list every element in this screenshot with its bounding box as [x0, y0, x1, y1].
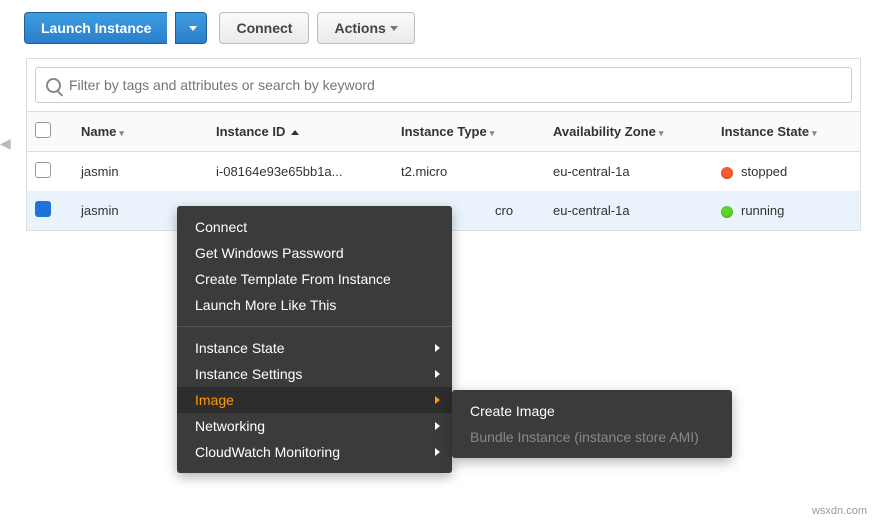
submenu-arrow-icon: [435, 422, 440, 430]
cell-instance-id: i-08164e93e65bb1a...: [208, 152, 393, 192]
menu-launch-more[interactable]: Launch More Like This: [177, 292, 452, 318]
cell-availability-zone: eu-central-1a: [545, 191, 713, 230]
col-instance-type-label: Instance Type: [401, 124, 487, 139]
type-partial: cro: [495, 203, 513, 218]
col-name[interactable]: Name▾: [73, 112, 208, 152]
context-menu: Connect Get Windows Password Create Temp…: [177, 206, 452, 473]
col-instance-id[interactable]: Instance ID: [208, 112, 393, 152]
menu-image[interactable]: Image: [177, 387, 452, 413]
cell-state: running: [713, 191, 860, 230]
connect-button[interactable]: Connect: [219, 12, 309, 44]
actions-label: Actions: [334, 20, 385, 36]
toolbar: Launch Instance Connect Actions: [0, 0, 875, 58]
sort-icon: ▾: [659, 128, 664, 138]
cell-name: jasmin: [73, 152, 208, 192]
menu-label: Instance State: [195, 340, 285, 356]
col-name-label: Name: [81, 124, 116, 139]
watermark: wsxdn.com: [812, 505, 867, 517]
submenu-create-image[interactable]: Create Image: [452, 398, 732, 424]
menu-get-windows-password[interactable]: Get Windows Password: [177, 240, 452, 266]
row-checkbox[interactable]: [35, 201, 51, 217]
select-all-checkbox[interactable]: [35, 122, 51, 138]
menu-label: CloudWatch Monitoring: [195, 444, 340, 460]
status-dot-stopped-icon: [721, 167, 733, 179]
image-submenu: Create Image Bundle Instance (instance s…: [452, 390, 732, 458]
menu-networking[interactable]: Networking: [177, 413, 452, 439]
row-checkbox[interactable]: [35, 162, 51, 178]
side-handle-icon[interactable]: ◀: [0, 135, 11, 152]
search-icon: [46, 78, 61, 93]
caret-down-icon: [390, 26, 398, 31]
sort-icon: ▾: [119, 128, 124, 138]
actions-button[interactable]: Actions: [317, 12, 414, 44]
context-menu-group: Connect Get Windows Password Create Temp…: [177, 206, 452, 326]
filter-bar[interactable]: [35, 67, 852, 103]
cell-availability-zone: eu-central-1a: [545, 152, 713, 192]
menu-cloudwatch[interactable]: CloudWatch Monitoring: [177, 439, 452, 465]
menu-instance-state[interactable]: Instance State: [177, 335, 452, 361]
cell-state: stopped: [713, 152, 860, 192]
submenu-arrow-icon: [435, 370, 440, 378]
context-menu-group: Instance State Instance Settings Image N…: [177, 326, 452, 473]
col-instance-id-label: Instance ID: [216, 124, 285, 139]
menu-connect[interactable]: Connect: [177, 214, 452, 240]
submenu-arrow-icon: [435, 448, 440, 456]
table-row[interactable]: jasmin i-08164e93e65bb1a... t2.micro eu-…: [27, 152, 860, 192]
col-instance-state[interactable]: Instance State▾: [713, 112, 860, 152]
menu-label: Instance Settings: [195, 366, 302, 382]
sort-asc-icon: [291, 130, 299, 135]
menu-instance-settings[interactable]: Instance Settings: [177, 361, 452, 387]
filter-input[interactable]: [69, 77, 841, 93]
caret-down-icon: [189, 26, 197, 31]
col-az-label: Availability Zone: [553, 124, 656, 139]
submenu-arrow-icon: [435, 344, 440, 352]
launch-instance-dropdown[interactable]: [175, 12, 207, 44]
state-label: stopped: [741, 164, 787, 179]
menu-create-template[interactable]: Create Template From Instance: [177, 266, 452, 292]
status-dot-running-icon: [721, 206, 733, 218]
submenu-arrow-icon: [435, 396, 440, 404]
cell-instance-type: t2.micro: [393, 152, 545, 192]
submenu-bundle-instance: Bundle Instance (instance store AMI): [452, 424, 732, 450]
menu-label: Image: [195, 392, 234, 408]
col-state-label: Instance State: [721, 124, 809, 139]
col-availability-zone[interactable]: Availability Zone▾: [545, 112, 713, 152]
state-label: running: [741, 203, 784, 218]
menu-label: Networking: [195, 418, 265, 434]
launch-instance-button[interactable]: Launch Instance: [24, 12, 167, 44]
sort-icon: ▾: [490, 128, 495, 138]
col-instance-type[interactable]: Instance Type▾: [393, 112, 545, 152]
table-header-row: Name▾ Instance ID Instance Type▾ Availab…: [27, 112, 860, 152]
sort-icon: ▾: [812, 128, 817, 138]
